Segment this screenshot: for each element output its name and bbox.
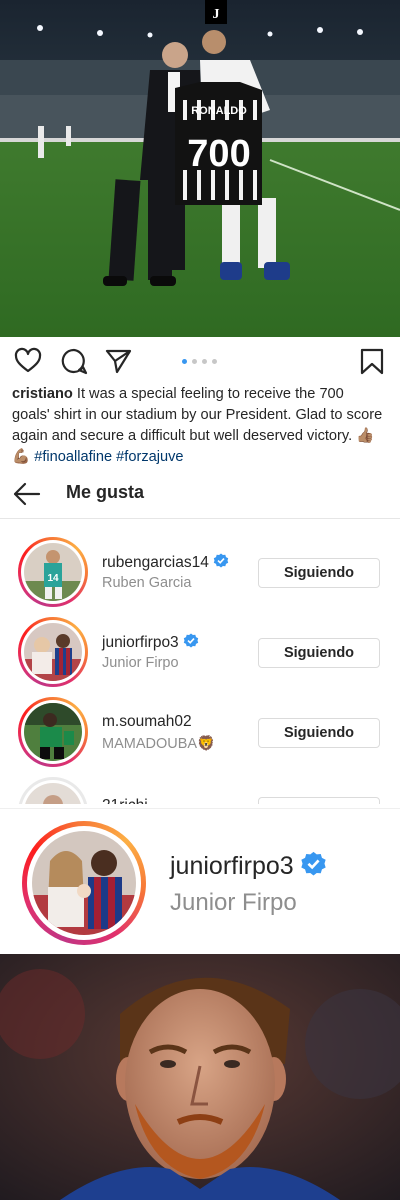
avatar[interactable] (18, 617, 88, 687)
caption-hashtags[interactable]: #finoallafine #forzajuve (34, 449, 183, 465)
zoomed-full-name: Junior Firpo (170, 889, 297, 916)
jersey-name: RONALDO (191, 105, 247, 117)
list-item[interactable]: 21richi (0, 759, 400, 804)
caption-username[interactable]: cristiano (12, 386, 73, 402)
full-name: MAMADOUBA🦁 (102, 736, 216, 752)
carousel-dot (202, 359, 207, 364)
username[interactable]: juniorfirpo3 (102, 633, 199, 652)
username[interactable]: 21richi (102, 797, 148, 804)
likes-list: 14 rubengarcias14 Ruben Garcia Siguiendo (0, 519, 400, 804)
list-item[interactable]: 14 rubengarcias14 Ruben Garcia Siguiendo (0, 519, 400, 607)
back-arrow-icon[interactable] (12, 480, 42, 508)
bookmark-icon[interactable] (358, 347, 386, 375)
verified-badge-icon (301, 851, 326, 876)
share-icon[interactable] (104, 347, 132, 375)
reaction-photo (0, 954, 400, 1200)
comment-icon[interactable] (60, 347, 88, 375)
avatar[interactable]: 14 (18, 537, 88, 607)
svg-text:14: 14 (47, 573, 59, 584)
verified-badge-icon (183, 633, 198, 648)
jersey-number: 700 (187, 133, 250, 175)
full-name: Ruben Garcia (102, 575, 192, 591)
page-title: Me gusta (66, 482, 145, 502)
verified-badge-icon (213, 553, 229, 568)
username[interactable]: rubengarcias14 (102, 553, 229, 572)
zoomed-profile: juniorfirpo3 Junior Firpo (0, 808, 400, 955)
carousel-dot-active (182, 359, 187, 364)
post-photo[interactable]: J RONALDO 700 (0, 0, 400, 337)
following-button[interactable]: Siguiendo (258, 718, 380, 748)
carousel-dot (192, 359, 197, 364)
carousel-dot (212, 359, 217, 364)
jersey: RONALDO 700 (175, 82, 262, 205)
list-item[interactable]: juniorfirpo3 Junior Firpo Siguiendo (0, 599, 400, 687)
post-action-bar (0, 337, 400, 383)
full-name: Junior Firpo (102, 655, 179, 671)
svg-text:J: J (213, 7, 220, 22)
following-button[interactable] (258, 797, 380, 804)
username[interactable]: m.soumah02 (102, 713, 192, 731)
heart-icon[interactable] (14, 347, 42, 375)
avatar[interactable] (18, 777, 88, 804)
post-caption: cristiano It was a special feeling to re… (12, 384, 384, 468)
following-button[interactable]: Siguiendo (258, 558, 380, 588)
following-button[interactable]: Siguiendo (258, 638, 380, 668)
avatar[interactable] (18, 697, 88, 767)
list-item[interactable]: m.soumah02 MAMADOUBA🦁 Siguiendo (0, 679, 400, 767)
likes-header: Me gusta (0, 470, 400, 519)
zoomed-username[interactable]: juniorfirpo3 (170, 851, 327, 881)
avatar[interactable] (22, 821, 146, 945)
carousel-indicator (182, 359, 217, 364)
